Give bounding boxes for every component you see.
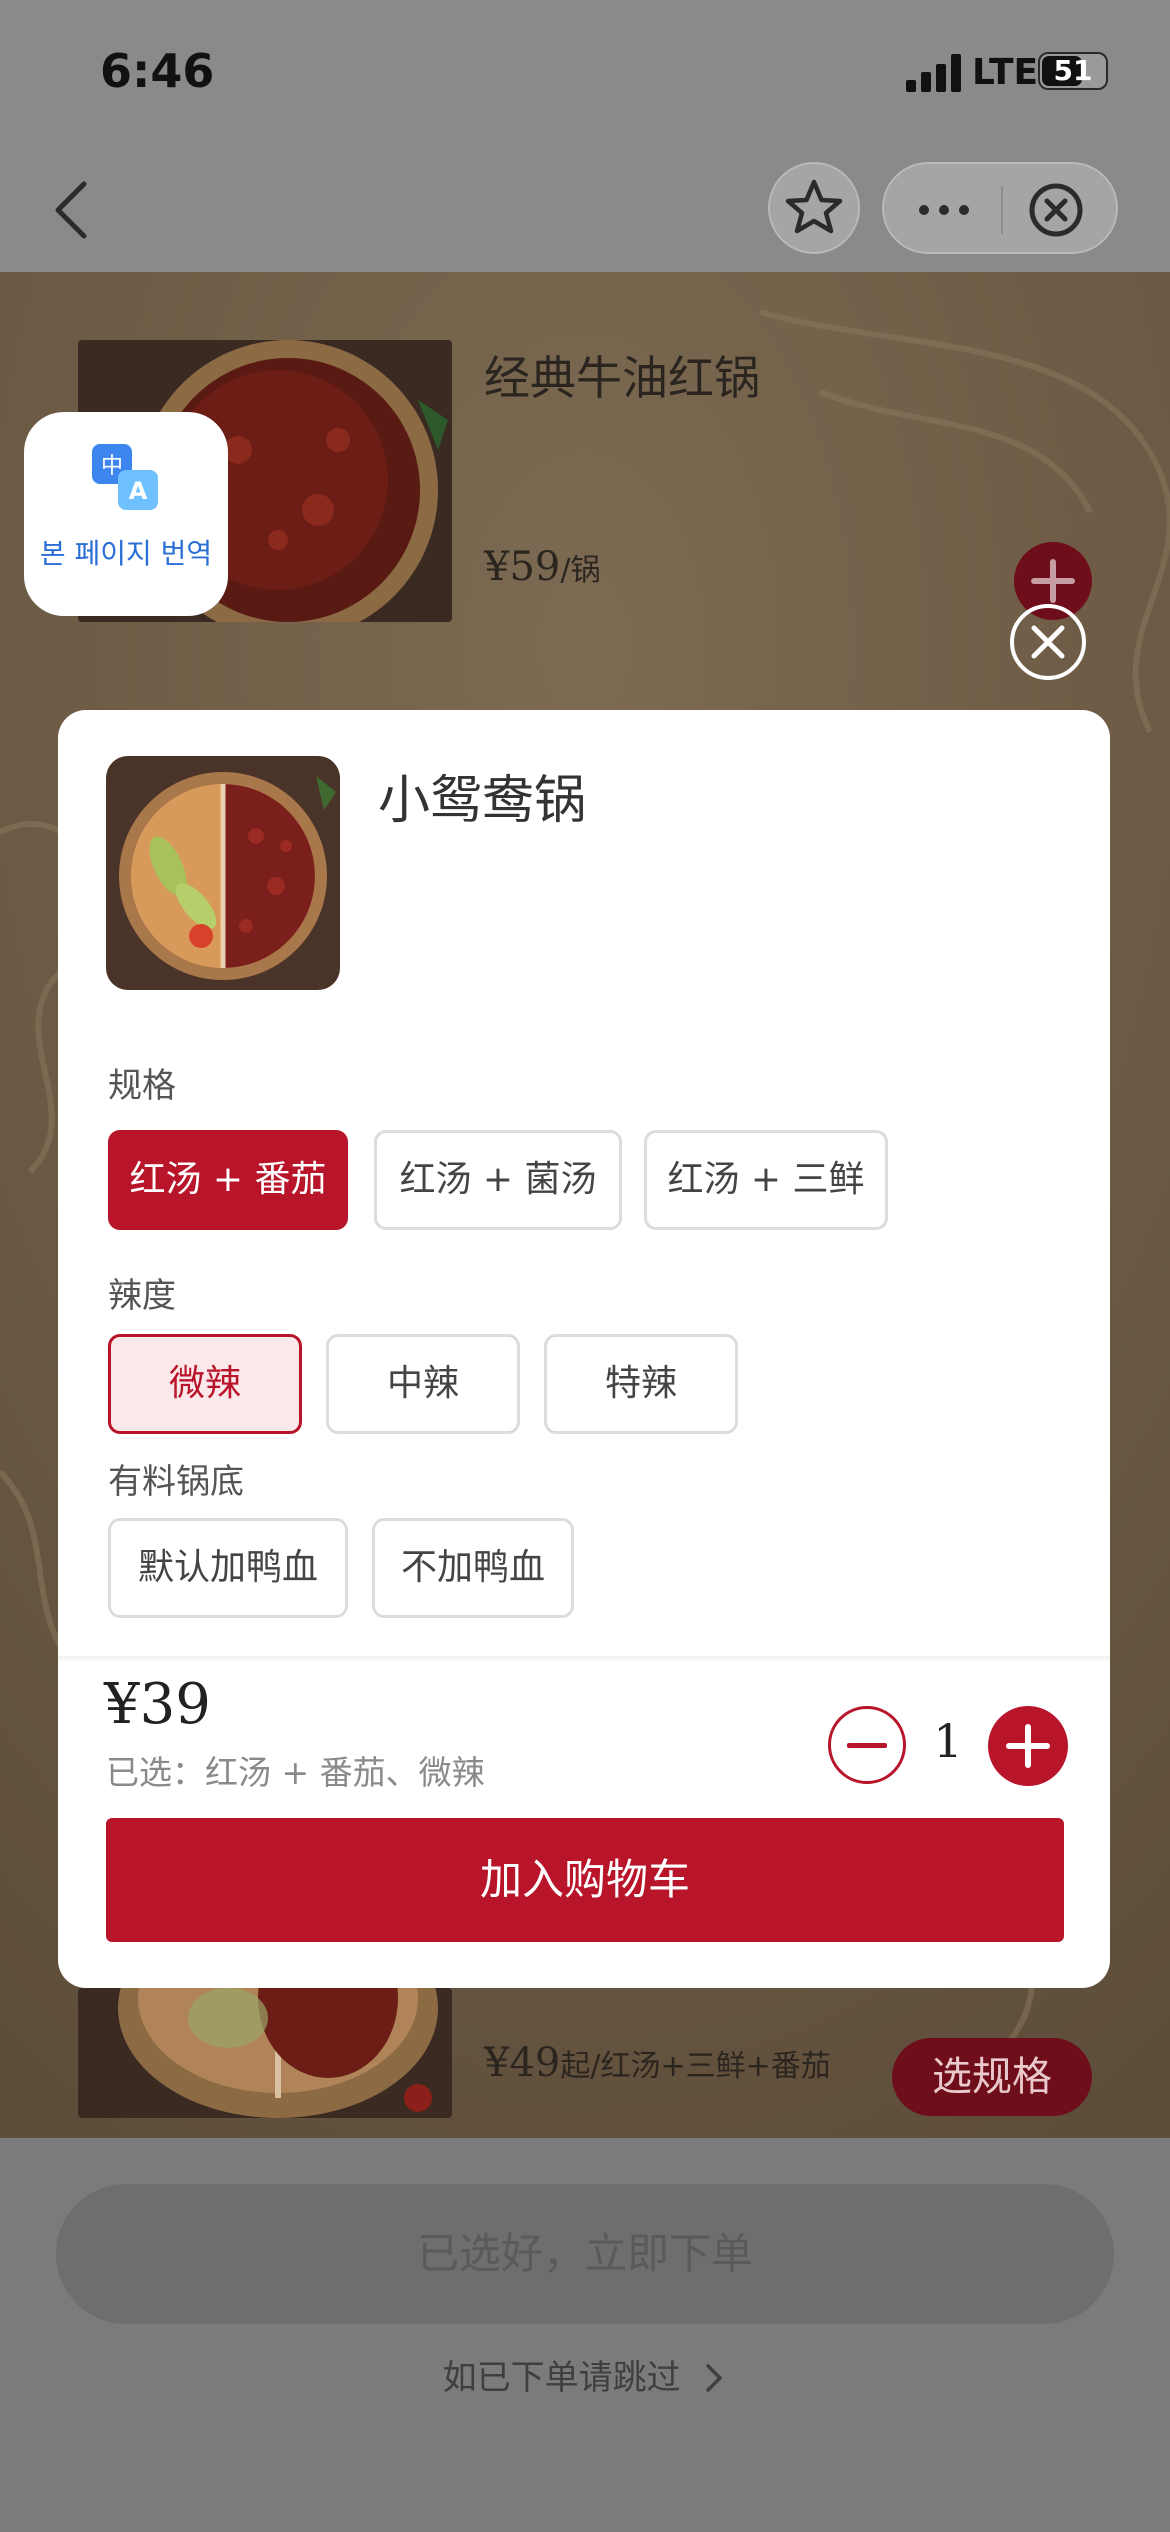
skip-link[interactable]: 如已下单请跳过 (0, 2350, 1170, 2399)
footer-divider (58, 1656, 1110, 1662)
option-spice[interactable]: 微辣 (108, 1334, 302, 1434)
more-dots-icon[interactable] (914, 190, 974, 230)
option-spec[interactable]: 红汤 + 三鲜 (644, 1130, 888, 1230)
modal-price: ¥39 (104, 1672, 211, 1737)
dish-image (78, 1988, 452, 2118)
battery-icon: 51 (1038, 52, 1108, 90)
add-to-cart-button[interactable]: 加入购物车 (106, 1818, 1064, 1942)
decrease-quantity-button[interactable] (828, 1706, 906, 1784)
translate-widget[interactable]: 中 A 본 페이지 번역 (24, 412, 228, 616)
close-circle-icon[interactable] (1026, 180, 1086, 240)
selected-summary: 已选：红汤 + 番茄、微辣 (106, 1753, 485, 1792)
option-spice[interactable]: 特辣 (544, 1334, 738, 1434)
star-icon (785, 179, 843, 234)
status-time: 6:46 (100, 44, 215, 98)
miniprogram-capsule (882, 162, 1118, 254)
modal-close-button[interactable] (1010, 604, 1086, 680)
battery-level: 51 (1053, 54, 1093, 87)
section-label-spice: 辣度 (108, 1276, 176, 1316)
signal-icon (906, 54, 962, 92)
status-bar: 6:46 LTE 51 (0, 0, 1170, 150)
dish-price: ¥49起/红汤+三鲜+番茄 (484, 2040, 831, 2086)
chevron-right-icon (706, 2364, 723, 2392)
bottom-bar: 已选好，立即下单 如已下单请跳过 (0, 2138, 1170, 2532)
choose-spec-button[interactable]: 选规格 (892, 2038, 1092, 2116)
increase-quantity-button[interactable] (988, 1706, 1068, 1786)
option-base[interactable]: 不加鸭血 (372, 1518, 574, 1618)
place-order-button[interactable]: 已选好，立即下单 (56, 2184, 1114, 2324)
option-base[interactable]: 默认加鸭血 (108, 1518, 348, 1618)
section-label-base: 有料锅底 (108, 1462, 244, 1502)
close-icon (1031, 625, 1065, 659)
back-button[interactable] (44, 176, 104, 244)
nav-bar (0, 150, 1170, 272)
translate-label: 본 페이지 번역 (39, 537, 213, 570)
chevron-left-icon (55, 181, 87, 239)
section-label-spec: 规格 (108, 1066, 176, 1106)
svg-text:A: A (129, 477, 148, 505)
translate-icon: 中 A (92, 444, 158, 510)
spec-modal: 小鸳鸯锅 规格 红汤 + 番茄 红汤 + 菌汤 红汤 + 三鲜 辣度 微辣 中辣… (58, 710, 1110, 1988)
quantity-value: 1 (933, 1714, 963, 1768)
favorite-button[interactable] (768, 162, 860, 254)
option-spec[interactable]: 红汤 + 菌汤 (374, 1130, 622, 1230)
modal-title: 小鸳鸯锅 (378, 771, 587, 831)
dish-name: 经典牛油红锅 (484, 351, 760, 405)
dish-price: ¥59/锅 (484, 544, 601, 590)
dish-thumbnail (106, 756, 340, 990)
option-spice[interactable]: 中辣 (326, 1334, 520, 1434)
network-type: LTE (972, 52, 1039, 93)
option-spec[interactable]: 红汤 + 番茄 (108, 1130, 348, 1230)
